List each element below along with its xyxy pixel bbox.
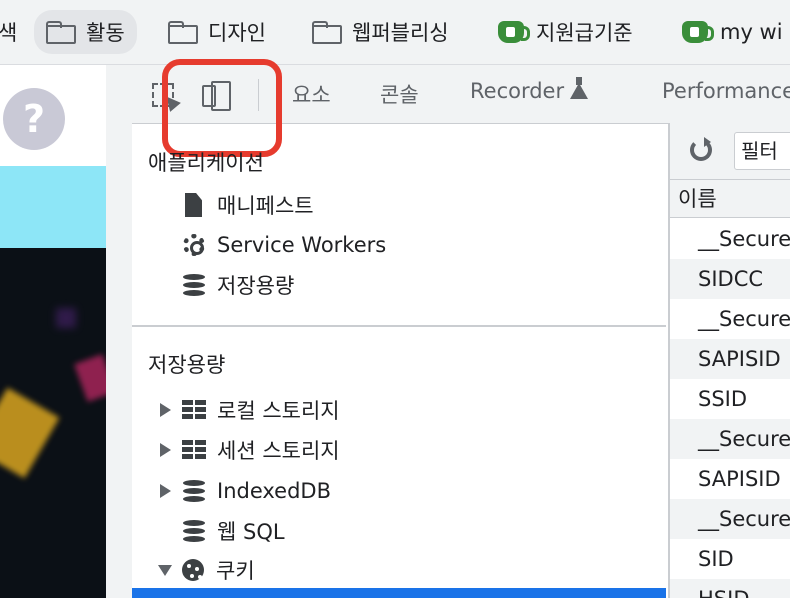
section-application: 애플리케이션 — [148, 151, 264, 175]
table-row[interactable]: SAPISID — [670, 459, 790, 499]
cookies-table-panel: 이름 __Secure SIDCC __Secure SAPISID SSID … — [668, 123, 790, 598]
sidebar-item-service-workers[interactable]: Service Workers — [132, 227, 386, 263]
bookmark-label: 지원급기준 — [536, 21, 633, 45]
help-icon[interactable]: ? — [3, 88, 65, 150]
sidebar-item-label: 쿠키 — [216, 559, 255, 583]
page-image — [0, 248, 106, 598]
help-symbol: ? — [22, 97, 46, 141]
sidebar-item-cookies[interactable]: 쿠키 — [132, 552, 255, 588]
table-row[interactable]: __Secure — [670, 419, 790, 459]
folder-icon — [46, 21, 76, 44]
table-row[interactable]: __Secure — [670, 299, 790, 339]
sidebar-item-label: 저장용량 — [217, 274, 295, 298]
cookies-toolbar — [670, 123, 790, 180]
folder-icon — [312, 21, 342, 44]
toolbar-divider — [258, 79, 259, 111]
table-row[interactable]: SIDCC — [670, 259, 790, 299]
cookie-icon — [180, 557, 206, 583]
coffee-cup-icon — [498, 21, 530, 43]
database-icon — [181, 478, 207, 504]
tab-performance[interactable]: Performance — [662, 79, 790, 103]
folder-icon — [168, 21, 198, 44]
bookmark-folder-webpublishing[interactable]: 웹퍼블리싱 — [312, 10, 449, 54]
bookmark-label: 웹퍼블리싱 — [352, 21, 449, 45]
sidebar-item-label: Service Workers — [217, 233, 387, 257]
sidebar-item-storage[interactable]: 저장용량 — [132, 267, 294, 303]
bookmark-label: 색 — [0, 21, 18, 45]
document-icon — [181, 192, 207, 218]
gear-icon — [181, 232, 207, 258]
bookmark-folder-design[interactable]: 디자인 — [168, 10, 266, 54]
expand-arrow-icon[interactable] — [160, 484, 171, 498]
filter-input[interactable] — [734, 132, 790, 170]
sidebar-item-label: 웹 SQL — [217, 520, 285, 544]
bookmark-folder-activity[interactable]: 활동 — [34, 10, 137, 54]
database-icon — [181, 518, 207, 544]
sidebar-item-web-sql[interactable]: 웹 SQL — [132, 513, 285, 549]
sidebar-item-label: 매니페스트 — [217, 194, 314, 218]
section-divider — [132, 325, 666, 327]
bookmarks-bar: 색 활동 디자인 웹퍼블리싱 지원급기준 my wi — [0, 0, 790, 65]
table-grid-icon — [181, 397, 207, 423]
page-banner — [0, 166, 106, 248]
expand-arrow-icon[interactable] — [160, 443, 171, 457]
section-storage: 저장용량 — [148, 353, 226, 377]
devtools-tabbar: 요소 콘솔 Recorder Performance — [132, 59, 790, 157]
tab-console[interactable]: 콘솔 — [380, 79, 419, 109]
database-icon — [181, 272, 207, 298]
bookmark-label: 디자인 — [208, 21, 266, 45]
table-row[interactable]: SSID — [670, 379, 790, 419]
bookmark-my-wiki[interactable]: my wi — [682, 10, 783, 54]
table-grid-icon — [181, 437, 207, 463]
column-header-name[interactable]: 이름 — [670, 180, 790, 218]
table-row[interactable]: SAPISID — [670, 339, 790, 379]
sidebar-item-local-storage[interactable]: 로컬 스토리지 — [132, 392, 340, 428]
sidebar-item-indexeddb[interactable]: IndexedDB — [132, 473, 331, 509]
sidebar-item-label: 세션 스토리지 — [217, 439, 340, 463]
sidebar-item-label: 로컬 스토리지 — [217, 399, 340, 423]
sidebar-item-session-storage[interactable]: 세션 스토리지 — [132, 432, 340, 468]
coffee-cup-icon — [682, 21, 714, 43]
table-row[interactable]: __Secure — [670, 219, 790, 259]
tab-elements[interactable]: 요소 — [292, 79, 331, 109]
table-row[interactable]: SID — [670, 539, 790, 579]
expand-arrow-icon[interactable] — [160, 403, 171, 417]
bookmark-label: my wi — [720, 20, 783, 44]
table-row[interactable]: __Secure — [670, 499, 790, 539]
tab-recorder[interactable]: Recorder — [470, 77, 589, 103]
devtools-panel: 요소 콘솔 Recorder Performance 애플리케이션 매니페스트 … — [132, 59, 790, 598]
selected-cookie-origin-row[interactable] — [132, 588, 666, 598]
tab-recorder-label: Recorder — [470, 79, 565, 103]
devtools-resize-handle[interactable] — [106, 65, 133, 598]
bookmark-support-criteria[interactable]: 지원급기준 — [498, 10, 633, 54]
sidebar-item-label: IndexedDB — [217, 479, 331, 503]
sidebar-item-manifest[interactable]: 매니페스트 — [132, 187, 314, 223]
collapse-arrow-icon[interactable] — [158, 564, 172, 576]
application-sidebar: 애플리케이션 매니페스트 Service Workers 저장용량 저장용량 로… — [132, 123, 666, 598]
refresh-icon[interactable] — [690, 137, 712, 161]
page-viewport: ? — [0, 65, 106, 598]
bookmark-label: 활동 — [86, 21, 125, 45]
bookmark-partial[interactable]: 색 — [0, 10, 17, 54]
table-row[interactable]: HSID — [670, 579, 790, 598]
flask-icon — [570, 77, 589, 99]
